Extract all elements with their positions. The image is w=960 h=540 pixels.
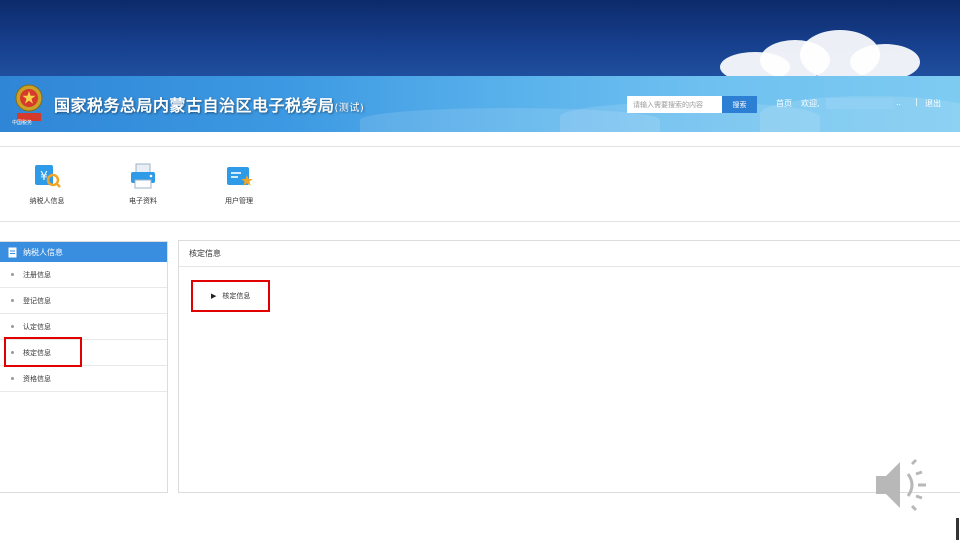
bullet-icon (11, 377, 14, 380)
site-title-text: 国家税务总局内蒙古自治区电子税务局 (54, 96, 335, 115)
sidebar-item-registration[interactable]: 注册信息 (0, 262, 167, 288)
speaker-icon[interactable] (872, 456, 938, 514)
sidebar-header[interactable]: 纳税人信息 (0, 242, 167, 262)
printer-document-icon (131, 163, 155, 189)
scrollbar-thumb[interactable] (956, 518, 959, 540)
logout-link[interactable]: 退出 (925, 98, 941, 109)
panel-title: 核定信息 (179, 241, 960, 267)
sidebar-item-label: 资格信息 (23, 374, 51, 383)
sidebar-item-label: 认定信息 (23, 322, 51, 331)
bullet-icon (11, 325, 14, 328)
site-title: 国家税务总局内蒙古自治区电子税务局(测试) (54, 92, 364, 116)
emblem-caption: 中国税务 (12, 120, 33, 126)
header-banner: 中国税务 国家税务总局内蒙古自治区电子税务局(测试) 搜索 首页 欢迎, .. … (0, 76, 960, 132)
module-taxpayer-info[interactable]: ¥ 纳税人信息 (15, 161, 79, 206)
nav-home-link[interactable]: 首页 (776, 98, 792, 109)
highlight-box-panel (191, 280, 270, 312)
search-button[interactable]: 搜索 (722, 96, 757, 113)
nav-separator: | (915, 97, 918, 106)
module-bar: ¥ 纳税人信息 电子资料 用户管理 (0, 146, 960, 222)
document-icon (8, 247, 17, 257)
site-title-suffix: (测试) (334, 103, 365, 114)
module-user-management[interactable]: 用户管理 (207, 161, 271, 206)
sidebar-item-label: 登记信息 (23, 296, 51, 305)
sidebar-item-label: 注册信息 (23, 270, 51, 279)
sidebar-item-record[interactable]: 登记信息 (0, 288, 167, 314)
module-label: 纳税人信息 (29, 197, 65, 205)
main-panel: 核定信息 ▶ 核定信息 (178, 240, 960, 493)
search-input[interactable] (627, 96, 722, 113)
tax-emblem-icon (15, 84, 43, 121)
bullet-icon (11, 273, 14, 276)
welcome-text: 欢迎, (801, 99, 820, 108)
module-label: 电子资料 (129, 197, 157, 205)
username-redacted (826, 98, 894, 109)
taxpayer-search-icon: ¥ (35, 165, 61, 188)
module-electronic-docs[interactable]: 电子资料 (111, 161, 175, 206)
sidebar-header-label: 纳税人信息 (23, 247, 63, 257)
user-card-star-icon (227, 167, 253, 186)
sidebar-item-qualification[interactable]: 资格信息 (0, 366, 167, 392)
username-ellipsis: .. (896, 98, 902, 107)
banner-sky (0, 0, 960, 76)
cloud (850, 44, 920, 76)
highlight-box-sidebar (4, 337, 82, 367)
bullet-icon (11, 299, 14, 302)
sidebar: 纳税人信息 注册信息 登记信息 认定信息 核定信息 资格信息 (0, 241, 168, 493)
module-label: 用户管理 (225, 197, 253, 205)
